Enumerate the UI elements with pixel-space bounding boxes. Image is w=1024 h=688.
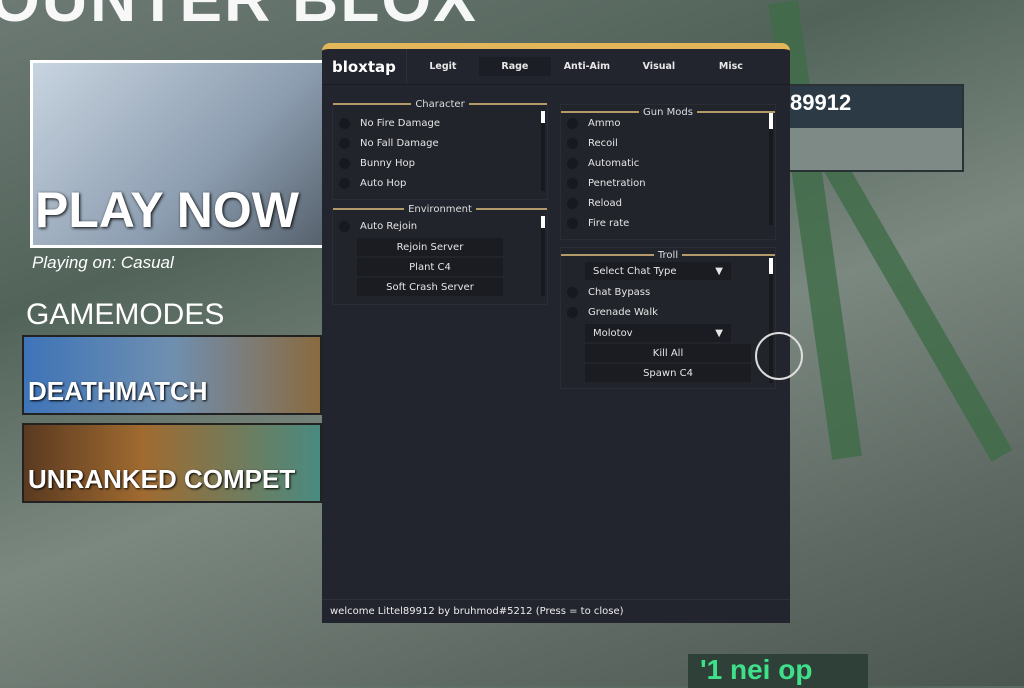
tab-rage[interactable]: Rage: [478, 57, 551, 76]
toggle-label: Reload: [588, 197, 623, 209]
toggle-no-fire-damage[interactable]: No Fire Damage: [333, 113, 547, 133]
toggle-indicator: [567, 117, 578, 129]
toggle-indicator: [339, 137, 350, 149]
toggle-reload[interactable]: Reload: [561, 193, 775, 213]
toggle-label: Recoil: [588, 137, 618, 149]
toggle-label: Automatic: [588, 157, 640, 169]
toggle-indicator: [339, 177, 350, 189]
dropdown-arrow-icon: ▼: [715, 327, 723, 339]
mode-label: DEATHMATCH: [28, 376, 208, 406]
toggle-indicator: [339, 157, 350, 169]
tab-anti-aim[interactable]: Anti-Aim: [551, 57, 623, 76]
toggle-indicator: [567, 286, 578, 298]
section-title: Character: [411, 98, 469, 110]
toggle-label: Chat Bypass: [588, 286, 651, 298]
playing-on-text: Playing on: Casual: [32, 253, 174, 272]
game-title: OUNTER BLOX: [0, 0, 478, 36]
toggle-automatic[interactable]: Automatic: [561, 153, 775, 173]
cheat-menu-window: bloxtap Legit Rage Anti-Aim Visual Misc …: [322, 43, 790, 623]
tab-misc[interactable]: Misc: [695, 57, 767, 76]
spawn-c4-button[interactable]: Spawn C4: [585, 364, 751, 382]
scrollbar[interactable]: [541, 216, 545, 296]
environment-section: Environment Auto Rejoin Rejoin Server Pl…: [332, 203, 548, 305]
hud-text: '1 nei op: [688, 654, 868, 688]
scrollbar[interactable]: [769, 113, 773, 225]
menu-header: bloxtap Legit Rage Anti-Aim Visual Misc: [322, 49, 790, 85]
toggle-indicator: [567, 197, 578, 209]
toggle-indicator: [567, 217, 578, 229]
toggle-label: Fire rate: [588, 217, 630, 229]
play-now-label: PLAY NOW: [35, 182, 299, 238]
toggle-penetration[interactable]: Penetration: [561, 173, 775, 193]
tab-legit[interactable]: Legit: [407, 57, 479, 76]
rejoin-server-button[interactable]: Rejoin Server: [357, 238, 503, 256]
toggle-label: Bunny Hop: [360, 157, 415, 169]
toggle-label: Auto Rejoin: [360, 220, 418, 232]
dropdown-value: Select Chat Type: [593, 265, 677, 277]
dropdown-arrow-icon: ▼: [715, 265, 723, 277]
grenade-dropdown[interactable]: Molotov ▼: [585, 324, 731, 342]
chat-type-dropdown[interactable]: Select Chat Type ▼: [585, 262, 731, 280]
toggle-bunny-hop[interactable]: Bunny Hop: [333, 153, 547, 173]
toggle-fire-rate[interactable]: Fire rate: [561, 213, 775, 233]
toggle-label: No Fire Damage: [360, 117, 440, 129]
toggle-chat-bypass[interactable]: Chat Bypass: [561, 282, 731, 302]
section-title: Gun Mods: [639, 106, 697, 118]
toggle-label: Grenade Walk: [588, 306, 658, 318]
soft-crash-server-button[interactable]: Soft Crash Server: [357, 278, 503, 296]
section-title: Environment: [404, 203, 476, 215]
dropdown-value: Molotov: [593, 327, 633, 339]
cursor-circle: [755, 332, 803, 380]
scrollbar[interactable]: [541, 111, 545, 191]
logo: bloxtap: [322, 49, 407, 84]
mode-deathmatch[interactable]: DEATHMATCH: [22, 335, 322, 415]
toggle-label: Ammo: [588, 117, 621, 129]
toggle-indicator: [339, 220, 350, 232]
gun-mods-section: Gun Mods Ammo Recoil Automatic Penetrati…: [560, 104, 776, 240]
toggle-indicator: [567, 177, 578, 189]
toggle-grenade-walk[interactable]: Grenade Walk: [561, 302, 731, 322]
toggle-label: No Fall Damage: [360, 137, 439, 149]
welcome-footer: welcome Littel89912 by bruhmod#5212 (Pre…: [322, 599, 790, 623]
toggle-indicator: [567, 306, 578, 318]
kill-all-button[interactable]: Kill All: [585, 344, 751, 362]
toggle-auto-rejoin[interactable]: Auto Rejoin: [333, 216, 503, 236]
player-name: 89912: [772, 86, 962, 128]
tab-visual[interactable]: Visual: [623, 57, 695, 76]
character-section: Character No Fire Damage No Fall Damage …: [332, 98, 548, 200]
play-now-button[interactable]: PLAY NOW: [30, 60, 330, 248]
toggle-indicator: [567, 157, 578, 169]
toggle-indicator: [567, 137, 578, 149]
section-title: Troll: [653, 249, 683, 261]
toggle-auto-hop[interactable]: Auto Hop: [333, 173, 547, 193]
mode-label: UNRANKED COMPET: [28, 464, 296, 494]
toggle-recoil[interactable]: Recoil: [561, 133, 775, 153]
plant-c4-button[interactable]: Plant C4: [357, 258, 503, 276]
mode-unranked[interactable]: UNRANKED COMPET: [22, 423, 322, 503]
troll-section: Troll Select Chat Type ▼ Chat Bypass Gren…: [560, 247, 776, 389]
toggle-no-fall-damage[interactable]: No Fall Damage: [333, 133, 547, 153]
toggle-label: Penetration: [588, 177, 646, 189]
toggle-label: Auto Hop: [360, 177, 407, 189]
toggle-indicator: [339, 117, 350, 129]
gamemodes-heading: GAMEMODES: [26, 298, 225, 331]
player-panel: 89912: [770, 84, 964, 172]
